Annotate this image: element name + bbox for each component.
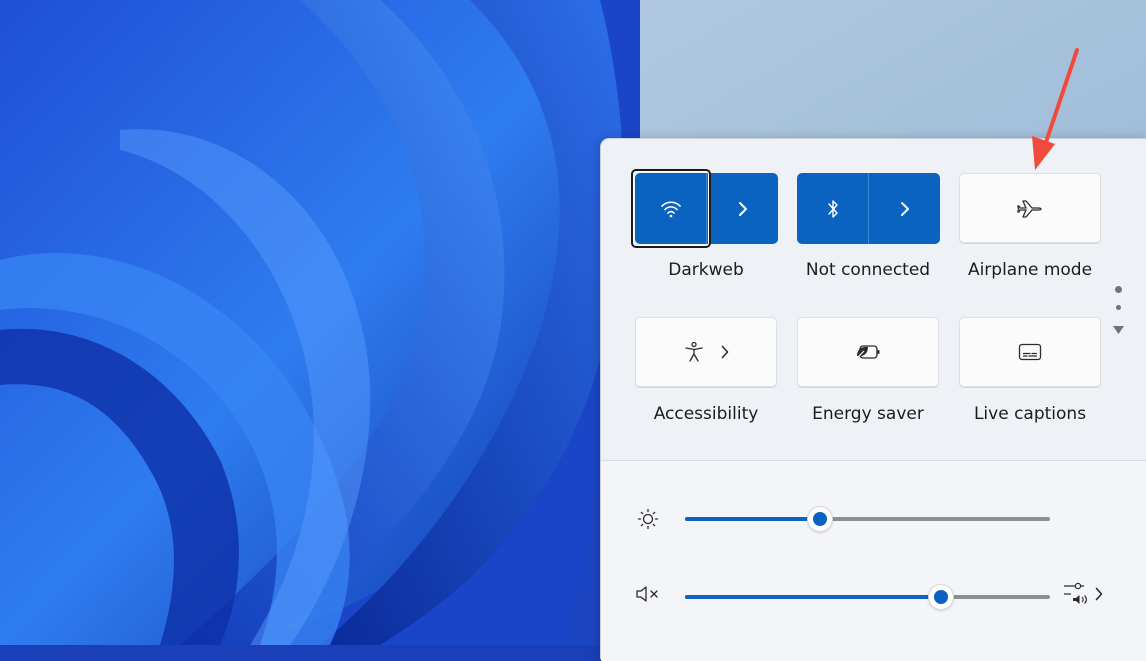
airplane-mode-tile[interactable]: [959, 173, 1101, 243]
accessibility-tile[interactable]: [635, 317, 777, 387]
accessibility-icon: [685, 341, 703, 362]
page-indicator-dot[interactable]: [1116, 305, 1121, 310]
energy-saver-icon: [857, 345, 880, 359]
brightness-icon: [637, 508, 659, 530]
live-captions-tile[interactable]: [959, 317, 1101, 387]
audio-output-button[interactable]: [1063, 582, 1103, 606]
wifi-tile[interactable]: [635, 173, 778, 244]
chevron-right-icon: [1095, 587, 1103, 601]
accessibility-label: Accessibility: [653, 404, 759, 424]
energy-saver-tile[interactable]: [797, 317, 939, 387]
wifi-expand-button[interactable]: [706, 173, 778, 244]
quick-settings-panel: Darkweb Not connected Airplane mode Acce…: [600, 138, 1146, 661]
bluetooth-tile[interactable]: [797, 173, 940, 244]
chevron-right-icon: [900, 201, 909, 216]
volume-slider[interactable]: [685, 585, 1050, 609]
airplane-icon: [1017, 200, 1042, 218]
bluetooth-toggle[interactable]: [797, 173, 868, 244]
annotation-arrow: [1032, 48, 1079, 170]
brightness-slider-fill: [685, 517, 820, 521]
page-down-arrow-icon[interactable]: [1112, 325, 1125, 335]
sliders-section: [601, 461, 1146, 661]
audio-output-icon: [1064, 582, 1087, 604]
brightness-slider-thumb[interactable]: [808, 507, 832, 531]
bluetooth-icon: [827, 199, 838, 218]
chevron-right-icon: [738, 201, 747, 216]
wifi-icon: [660, 200, 681, 217]
wifi-toggle[interactable]: [635, 173, 706, 244]
volume-slider-thumb[interactable]: [929, 585, 953, 609]
energy-saver-label: Energy saver: [812, 404, 924, 424]
page-indicator-dot-active[interactable]: [1115, 286, 1122, 293]
brightness-slider[interactable]: [685, 507, 1050, 531]
wifi-label: Darkweb: [668, 260, 744, 280]
airplane-mode-label: Airplane mode: [967, 260, 1093, 280]
live-captions-icon: [1018, 343, 1042, 361]
chevron-right-icon: [721, 345, 729, 359]
bluetooth-label: Not connected: [805, 260, 931, 280]
live-captions-label: Live captions: [973, 404, 1087, 424]
volume-muted-icon[interactable]: [635, 584, 661, 604]
volume-slider-fill: [685, 595, 941, 599]
bluetooth-expand-button[interactable]: [868, 173, 940, 244]
